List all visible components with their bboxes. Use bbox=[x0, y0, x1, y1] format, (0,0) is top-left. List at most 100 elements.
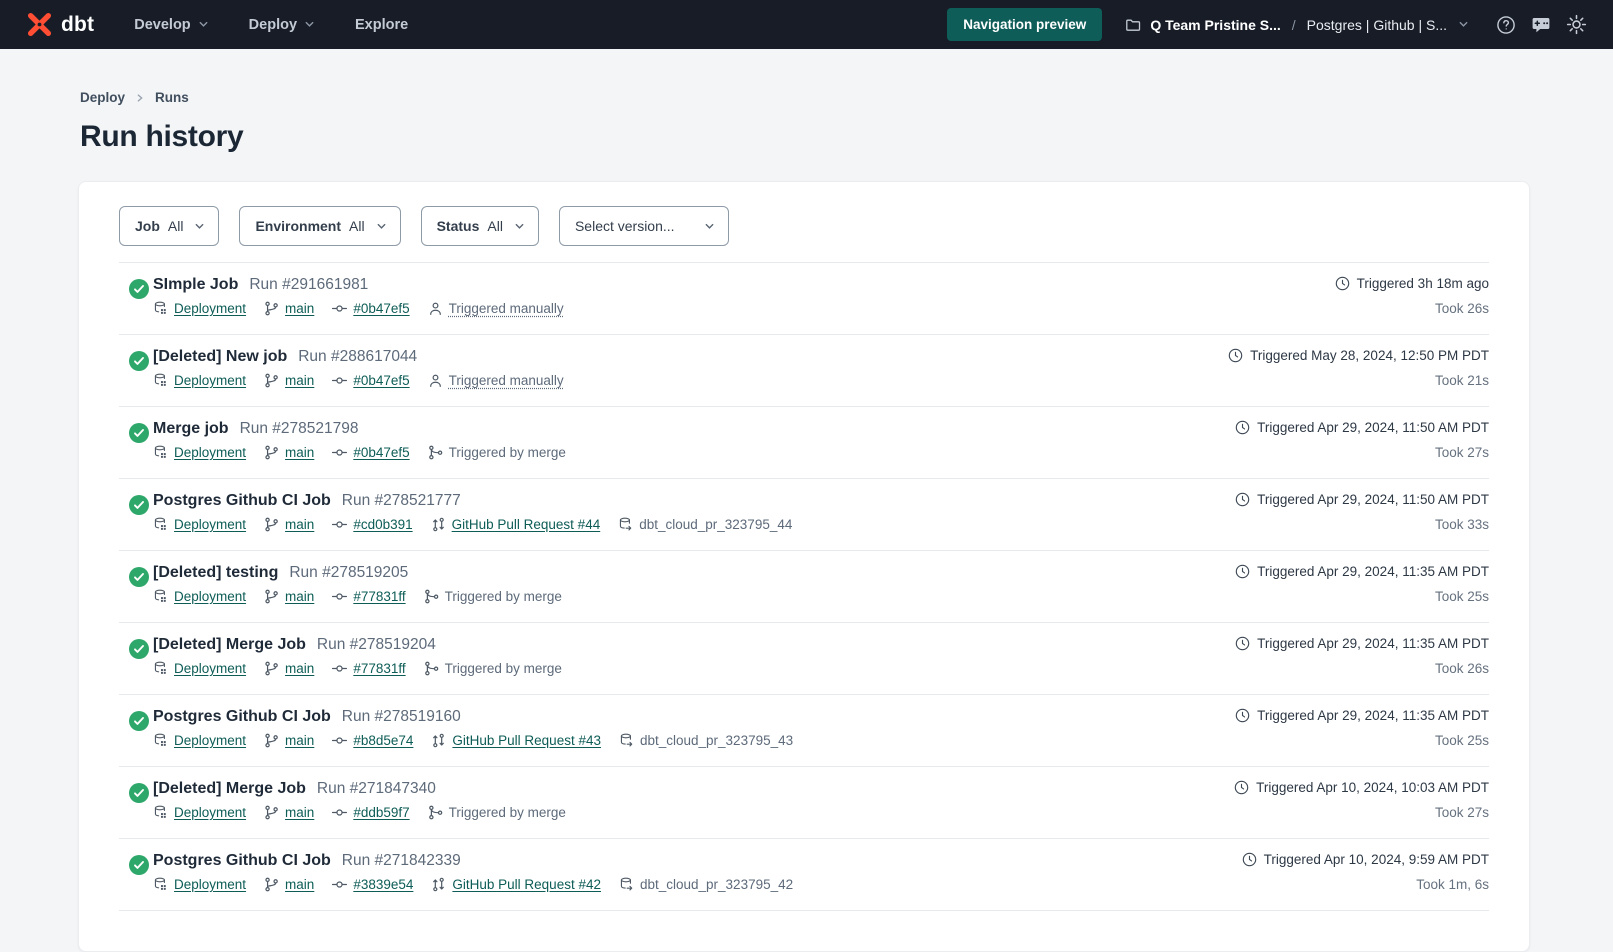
help-icon[interactable] bbox=[1496, 15, 1516, 35]
folder-icon bbox=[1125, 17, 1141, 33]
run-duration: Took 26s bbox=[1335, 301, 1489, 316]
main-menu: Develop Deploy Explore bbox=[134, 17, 408, 33]
branch-link-item: main bbox=[264, 733, 314, 748]
triggered-time: Triggered Apr 10, 2024, 10:03 AM PDT bbox=[1256, 780, 1489, 795]
triggered-time: Triggered Apr 29, 2024, 11:35 AM PDT bbox=[1257, 636, 1489, 651]
pull-request-icon bbox=[431, 877, 446, 892]
commit-link[interactable]: #77831ff bbox=[353, 589, 405, 604]
database-icon bbox=[153, 373, 168, 388]
menu-explore[interactable]: Explore bbox=[355, 17, 408, 33]
branch-link[interactable]: main bbox=[285, 445, 314, 460]
feedback-icon[interactable] bbox=[1531, 15, 1551, 35]
branch-link[interactable]: main bbox=[285, 517, 314, 532]
pull-request-link[interactable]: GitHub Pull Request #44 bbox=[452, 517, 601, 532]
run-row[interactable]: Merge job Run #278521798 Deploymentmain#… bbox=[119, 407, 1489, 479]
run-number: Run #278519204 bbox=[317, 636, 436, 654]
environment-link-item: Deployment bbox=[153, 805, 246, 820]
run-row[interactable]: Postgres Github CI Job Run #271842339 De… bbox=[119, 839, 1489, 911]
filter-job[interactable]: Job All bbox=[119, 206, 219, 246]
run-timing: Triggered Apr 10, 2024, 10:03 AM PDT Too… bbox=[1234, 780, 1489, 820]
environment-link[interactable]: Deployment bbox=[174, 877, 246, 892]
settings-gear-icon[interactable] bbox=[1566, 14, 1587, 35]
clock-icon bbox=[1235, 564, 1250, 579]
pull-request-icon bbox=[431, 733, 446, 748]
environment-link[interactable]: Deployment bbox=[174, 517, 246, 532]
pull-request-link[interactable]: GitHub Pull Request #42 bbox=[452, 877, 601, 892]
branch-link[interactable]: main bbox=[285, 733, 314, 748]
run-timing: Triggered 3h 18m ago Took 26s bbox=[1335, 276, 1489, 316]
breadcrumb-runs[interactable]: Runs bbox=[155, 90, 189, 105]
run-duration: Took 25s bbox=[1235, 589, 1489, 604]
menu-deploy[interactable]: Deploy bbox=[249, 17, 315, 33]
branch-link-item: main bbox=[264, 373, 314, 388]
run-row[interactable]: SImple Job Run #291661981 Deploymentmain… bbox=[119, 263, 1489, 335]
environment-link[interactable]: Deployment bbox=[174, 805, 246, 820]
run-row[interactable]: [Deleted] New job Run #288617044 Deploym… bbox=[119, 335, 1489, 407]
commit-link[interactable]: #77831ff bbox=[353, 661, 405, 676]
commit-link[interactable]: #0b47ef5 bbox=[353, 373, 409, 388]
run-row[interactable]: Postgres Github CI Job Run #278519160 De… bbox=[119, 695, 1489, 767]
commit-link[interactable]: #3839e54 bbox=[353, 877, 413, 892]
branch-link[interactable]: main bbox=[285, 805, 314, 820]
environment-link[interactable]: Deployment bbox=[174, 373, 246, 388]
environment-link[interactable]: Deployment bbox=[174, 661, 246, 676]
run-row[interactable]: Postgres Github CI Job Run #278521777 De… bbox=[119, 479, 1489, 551]
triggered-line: Triggered May 28, 2024, 12:50 PM PDT bbox=[1228, 348, 1489, 363]
merge-icon bbox=[424, 589, 439, 604]
filter-environment[interactable]: Environment All bbox=[239, 206, 400, 246]
dbt-logo[interactable]: dbt bbox=[26, 11, 94, 38]
triggered-time: Triggered Apr 10, 2024, 9:59 AM PDT bbox=[1264, 852, 1489, 867]
branch-icon bbox=[264, 517, 279, 532]
database-icon bbox=[153, 805, 168, 820]
run-row[interactable]: [Deleted] Merge Job Run #271847340 Deplo… bbox=[119, 767, 1489, 839]
commit-icon bbox=[332, 661, 347, 676]
environment-link[interactable]: Deployment bbox=[174, 733, 246, 748]
trigger-label-item: Triggered manually bbox=[428, 373, 564, 388]
filter-version-select[interactable]: Select version... bbox=[559, 206, 729, 246]
environment-link-item: Deployment bbox=[153, 445, 246, 460]
commit-link-item: #0b47ef5 bbox=[332, 445, 409, 460]
breadcrumb-deploy[interactable]: Deploy bbox=[80, 90, 125, 105]
schema-name: dbt_cloud_pr_323795_44 bbox=[639, 517, 792, 532]
branch-link[interactable]: main bbox=[285, 661, 314, 676]
commit-icon bbox=[332, 805, 347, 820]
branch-link[interactable]: main bbox=[285, 301, 314, 316]
filter-environment-value: All bbox=[349, 218, 365, 234]
branch-link[interactable]: main bbox=[285, 877, 314, 892]
account-project-selector[interactable]: Q Team Pristine S... / Postgres | Github… bbox=[1125, 17, 1469, 33]
pull-request-link[interactable]: GitHub Pull Request #43 bbox=[452, 733, 601, 748]
environment-link-item: Deployment bbox=[153, 301, 246, 316]
run-row[interactable]: [Deleted] Merge Job Run #278519204 Deplo… bbox=[119, 623, 1489, 695]
pull-request-link-item: GitHub Pull Request #42 bbox=[431, 877, 601, 892]
run-timing: Triggered Apr 29, 2024, 11:50 AM PDT Too… bbox=[1235, 492, 1489, 532]
navigation-preview-button[interactable]: Navigation preview bbox=[947, 8, 1102, 41]
run-status-success-icon bbox=[129, 423, 149, 443]
branch-icon bbox=[264, 301, 279, 316]
run-number: Run #291661981 bbox=[249, 276, 368, 294]
commit-link[interactable]: #cd0b391 bbox=[353, 517, 412, 532]
commit-icon bbox=[332, 733, 347, 748]
commit-link[interactable]: #ddb59f7 bbox=[353, 805, 409, 820]
run-number: Run #271847340 bbox=[317, 780, 436, 798]
triggered-line: Triggered Apr 29, 2024, 11:35 AM PDT bbox=[1235, 636, 1489, 651]
triggered-line: Triggered Apr 10, 2024, 9:59 AM PDT bbox=[1242, 852, 1489, 867]
commit-link[interactable]: #b8d5e74 bbox=[353, 733, 413, 748]
commit-link-item: #77831ff bbox=[332, 589, 405, 604]
dbt-logo-icon bbox=[26, 11, 53, 38]
run-status-success-icon bbox=[129, 279, 149, 299]
database-icon bbox=[153, 517, 168, 532]
commit-link[interactable]: #0b47ef5 bbox=[353, 301, 409, 316]
triggered-line: Triggered Apr 10, 2024, 10:03 AM PDT bbox=[1234, 780, 1489, 795]
branch-link[interactable]: main bbox=[285, 589, 314, 604]
environment-link[interactable]: Deployment bbox=[174, 445, 246, 460]
commit-icon bbox=[332, 373, 347, 388]
filter-job-value: All bbox=[168, 218, 184, 234]
menu-develop[interactable]: Develop bbox=[134, 17, 208, 33]
filter-status[interactable]: Status All bbox=[421, 206, 539, 246]
commit-link[interactable]: #0b47ef5 bbox=[353, 445, 409, 460]
run-row[interactable]: [Deleted] testing Run #278519205 Deploym… bbox=[119, 551, 1489, 623]
branch-link-item: main bbox=[264, 445, 314, 460]
environment-link[interactable]: Deployment bbox=[174, 301, 246, 316]
environment-link[interactable]: Deployment bbox=[174, 589, 246, 604]
branch-link[interactable]: main bbox=[285, 373, 314, 388]
